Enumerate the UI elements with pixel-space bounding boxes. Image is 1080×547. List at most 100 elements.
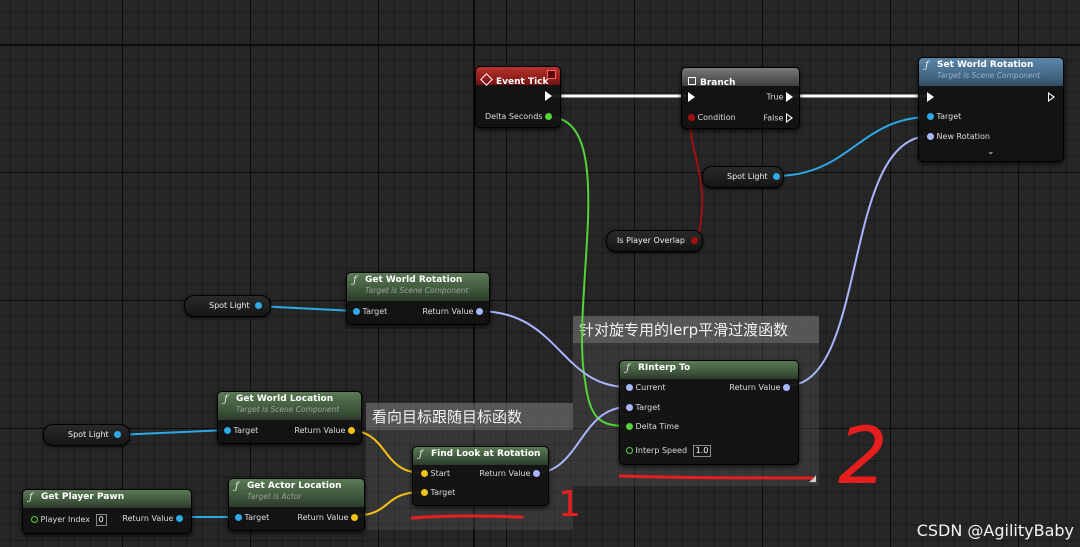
actor-loc-return-pin[interactable]: Return Value bbox=[297, 513, 358, 523]
get-rot-target-pin[interactable]: Target bbox=[353, 307, 387, 317]
set-world-rotation-subtitle: Target is Scene Component bbox=[937, 71, 1041, 80]
exec-arrow-icon bbox=[786, 92, 793, 102]
rotator-pin-dot-icon bbox=[476, 308, 483, 315]
var-is-player-overlap-label: Is Player Overlap bbox=[617, 236, 685, 245]
set-rot-target-pin[interactable]: Target bbox=[927, 112, 961, 122]
get-actor-location-subtitle: Target is Actor bbox=[247, 492, 302, 501]
function-icon: ƒ bbox=[29, 492, 33, 503]
int-pin-ring-icon bbox=[31, 516, 38, 523]
float-pin-dot-icon bbox=[626, 423, 633, 430]
exec-out-pin[interactable] bbox=[545, 91, 552, 102]
node-get-actor-location[interactable]: ƒ Get Actor Location Target is Actor Tar… bbox=[228, 478, 365, 531]
vector-pin-dot-icon bbox=[348, 427, 355, 434]
node-event-tick[interactable]: Event Tick Delta Seconds bbox=[475, 66, 561, 128]
look-at-start-pin[interactable]: Start bbox=[421, 469, 450, 479]
get-loc-target-pin[interactable]: Target bbox=[224, 426, 258, 436]
look-at-target-label: Target bbox=[430, 488, 456, 497]
vector-pin-dot-icon bbox=[351, 514, 358, 521]
object-pin-dot-icon bbox=[176, 515, 183, 522]
rinterp-target-pin[interactable]: Target bbox=[626, 403, 660, 413]
object-pin-dot-icon bbox=[235, 514, 242, 521]
node-get-world-location[interactable]: ƒ Get World Location Target is Scene Com… bbox=[217, 391, 362, 444]
get-loc-target-label: Target bbox=[233, 426, 259, 435]
float-pin-ring-icon bbox=[626, 447, 633, 454]
node-get-world-rotation[interactable]: ƒ Get World Rotation Target is Scene Com… bbox=[346, 272, 490, 325]
branch-false-pin[interactable]: False bbox=[763, 113, 793, 124]
player-index-input[interactable]: 0 bbox=[95, 514, 107, 526]
var-spot-light-rotation-label: Spot Light bbox=[209, 301, 250, 310]
look-at-return-pin[interactable]: Return Value bbox=[479, 469, 540, 479]
object-wire-spotlight-getrot bbox=[256, 305, 356, 312]
exec-arrow-icon bbox=[688, 92, 695, 102]
node-rinterp-to[interactable]: ƒ RInterp To Current Return Value Target… bbox=[619, 360, 799, 465]
rinterp-return-label: Return Value bbox=[729, 383, 781, 392]
event-tick-title: Event Tick bbox=[496, 77, 549, 87]
var-spot-light-set[interactable]: Spot Light bbox=[702, 166, 784, 188]
interp-speed-input[interactable]: 1.0 bbox=[692, 445, 712, 457]
set-rot-exec-in-pin[interactable] bbox=[927, 92, 934, 103]
rotator-wire-getrot-current bbox=[477, 310, 629, 388]
set-rot-exec-out-pin[interactable] bbox=[1048, 92, 1055, 103]
look-at-start-label: Start bbox=[430, 469, 451, 478]
stop-square-icon bbox=[547, 70, 556, 79]
rinterp-current-label: Current bbox=[635, 383, 666, 392]
branch-true-label: True bbox=[766, 92, 784, 102]
function-icon: ƒ bbox=[925, 60, 929, 71]
branch-exec-in-pin[interactable] bbox=[688, 92, 695, 103]
expand-chevron-icon[interactable]: ⌄ bbox=[987, 147, 995, 157]
actor-loc-target-pin[interactable]: Target bbox=[235, 513, 269, 523]
actor-loc-target-label: Target bbox=[244, 513, 270, 522]
node-branch[interactable]: Branch True Condition False bbox=[681, 67, 800, 129]
node-set-world-rotation[interactable]: ƒ Set World Rotation Target is Scene Com… bbox=[918, 57, 1064, 162]
player-index-pin[interactable]: Player Index 0 bbox=[31, 514, 107, 526]
node-get-player-pawn[interactable]: ƒ Get Player Pawn Player Index 0 Return … bbox=[22, 489, 192, 534]
bool-pin-dot-icon bbox=[688, 114, 695, 121]
rinterp-speed-pin[interactable]: Interp Speed 1.0 bbox=[626, 445, 712, 457]
actor-loc-return-label: Return Value bbox=[297, 513, 349, 522]
get-loc-return-pin[interactable]: Return Value bbox=[294, 426, 355, 436]
rotator-pin-dot-icon bbox=[927, 133, 934, 140]
var-is-player-overlap[interactable]: Is Player Overlap bbox=[606, 230, 703, 252]
get-world-rotation-title: Get World Rotation bbox=[365, 275, 463, 285]
get-rot-return-label: Return Value bbox=[422, 307, 474, 316]
exec-arrow-hollow-icon bbox=[1048, 92, 1055, 102]
exec-arrow-icon bbox=[927, 92, 934, 102]
delta-seconds-label: Delta Seconds bbox=[484, 112, 543, 121]
rinterp-delta-pin[interactable]: Delta Time bbox=[626, 422, 679, 432]
rinterp-current-pin[interactable]: Current bbox=[626, 383, 666, 393]
rinterp-delta-label: Delta Time bbox=[635, 422, 680, 431]
vector-pin-dot-icon bbox=[421, 489, 428, 496]
object-pin-dot-icon bbox=[353, 308, 360, 315]
exec-arrow-hollow-icon bbox=[786, 113, 793, 123]
float-pin-dot-icon bbox=[545, 113, 552, 120]
player-pawn-return-label: Return Value bbox=[122, 514, 174, 523]
float-wire-delta bbox=[548, 116, 629, 427]
get-player-pawn-title: Get Player Pawn bbox=[41, 492, 125, 502]
player-index-label: Player Index bbox=[40, 515, 91, 524]
get-rot-return-pin[interactable]: Return Value bbox=[422, 307, 483, 317]
get-world-rotation-subtitle: Target is Scene Component bbox=[365, 286, 469, 295]
watermark: CSDN @AgilityBaby bbox=[916, 521, 1074, 540]
set-rot-new-rotation-pin[interactable]: New Rotation bbox=[927, 132, 990, 142]
branch-condition-pin[interactable]: Condition bbox=[688, 113, 736, 123]
set-world-rotation-title: Set World Rotation bbox=[937, 60, 1034, 70]
branch-true-pin[interactable]: True bbox=[766, 92, 793, 103]
delta-seconds-pin[interactable]: Delta Seconds bbox=[485, 112, 552, 122]
get-world-location-subtitle: Target is Scene Component bbox=[236, 405, 340, 414]
ink-underline-rinterp bbox=[618, 474, 814, 480]
object-pin-dot-icon bbox=[114, 431, 122, 438]
rotator-pin-dot-icon bbox=[783, 384, 790, 391]
rinterp-return-pin[interactable]: Return Value bbox=[729, 383, 790, 393]
ink-number-two: 2 bbox=[838, 412, 888, 502]
var-spot-light-location[interactable]: Spot Light bbox=[43, 424, 130, 446]
var-spot-light-rotation[interactable]: Spot Light bbox=[184, 295, 271, 317]
get-rot-target-label: Target bbox=[362, 307, 388, 316]
look-at-target-pin[interactable]: Target bbox=[421, 488, 455, 498]
function-icon: ƒ bbox=[235, 481, 239, 492]
function-icon: ƒ bbox=[419, 449, 423, 460]
node-find-look-at-rotation[interactable]: ƒ Find Look at Rotation Start Return Val… bbox=[412, 446, 549, 506]
object-pin-dot-icon bbox=[773, 173, 781, 180]
player-pawn-return-pin[interactable]: Return Value bbox=[122, 514, 183, 524]
branch-false-label: False bbox=[763, 113, 784, 123]
function-icon: ƒ bbox=[626, 363, 630, 374]
